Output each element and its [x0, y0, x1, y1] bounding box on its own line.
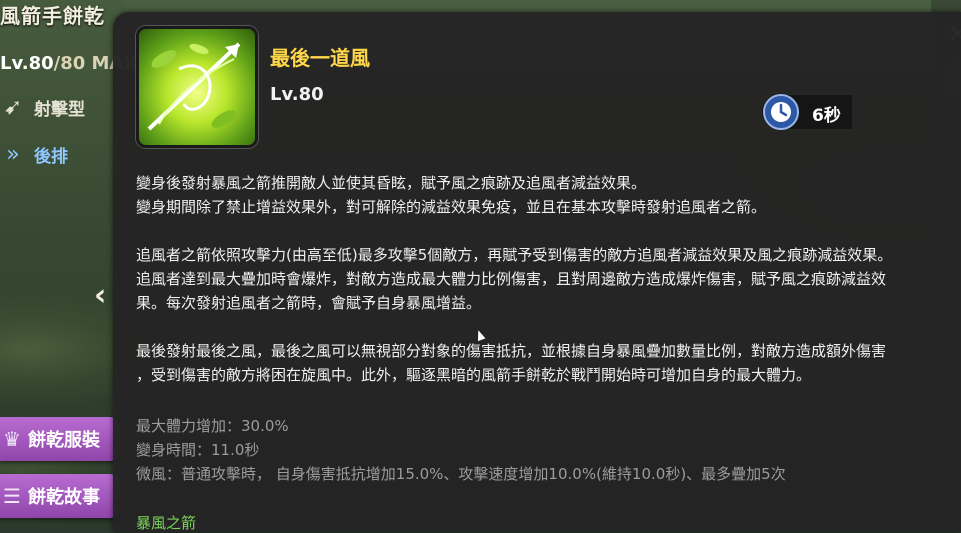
description-line: 追風者達到最大疊加時會爆炸，對敵方造成最大體力比例傷害，且對周邊敵方造成爆炸傷害… [136, 270, 887, 288]
skill-level: Lv.80 [270, 84, 324, 105]
stat-line: 微風：普通攻擊時， 自身傷害抵抗增加15.0%、攻擊速度增加10.0%(維持10… [136, 465, 786, 483]
previous-arrow-icon[interactable]: ‹ [94, 278, 106, 313]
clock-icon [763, 94, 799, 130]
wind-arrow-icon [147, 42, 241, 131]
cookie-info-panel: 風箭手餅乾 Lv.80/80 MAX ➹ 射擊型 » 後排 ♛ 餅乾服裝 ☰ 餅… [0, 0, 137, 523]
story-button[interactable]: ☰ 餅乾故事 [0, 474, 120, 518]
cooldown-value: 6秒 [812, 106, 841, 126]
chat-icon: ☰ [3, 484, 21, 508]
skill-icon [136, 26, 258, 148]
description-line: 最後發射最後之風，最後之風可以無視部分對象的傷害抵抗，並根據自身暴風疊加數量比例… [136, 342, 887, 360]
costume-button-label: 餅乾服裝 [28, 430, 100, 451]
stat-line: 變身時間：11.0秒 [136, 441, 260, 459]
chevrons-icon: » [6, 141, 20, 167]
cookie-type-label: 射擊型 [34, 99, 85, 120]
description-line: 變身期間除了禁止增益效果外，對可解除的減益效果免疫，並且在基本攻擊時發射追風者之… [136, 198, 767, 216]
story-button-label: 餅乾故事 [28, 487, 100, 508]
description-line: 變身後發射暴風之箭推開敵人並使其昏眩，賦予風之痕跡及追風者減益效果。 [136, 174, 647, 192]
skill-stats: 最大體力增加：30.0% 變身時間：11.0秒 微風：普通攻擊時， 自身傷害抵抗… [136, 414, 786, 486]
costume-button[interactable]: ♛ 餅乾服裝 [0, 417, 120, 461]
cookie-name: 風箭手餅乾 [0, 4, 105, 28]
description-line: ，受到傷害的敵方將困在旋風中。此外，驅逐黑暗的風箭手餅乾於戰鬥開始時可增加自身的… [136, 366, 812, 384]
cookie-position-row: » 後排 [0, 137, 68, 171]
description-line: 果。每次發射追風者之箭時，會賦予自身暴風增益。 [136, 294, 482, 312]
cookie-level-current: Lv.80 [0, 53, 54, 74]
crown-icon: ♛ [3, 427, 21, 451]
cookie-position-label: 後排 [34, 146, 68, 167]
skill-name: 最後一道風 [270, 46, 370, 70]
cookie-type-row: ➹ 射擊型 [0, 90, 85, 124]
description-line: 追風者之箭依照攻擊力(由高至低)最多攻擊5個敵方，再賦予受到傷害的敵方追風者減益… [136, 246, 893, 264]
arrow-icon: ➹ [3, 94, 23, 120]
stat-line: 最大體力增加：30.0% [136, 417, 289, 435]
skill-description: 變身後發射暴風之箭推開敵人並使其昏眩，賦予風之痕跡及追風者減益效果。 變身期間除… [136, 171, 961, 387]
